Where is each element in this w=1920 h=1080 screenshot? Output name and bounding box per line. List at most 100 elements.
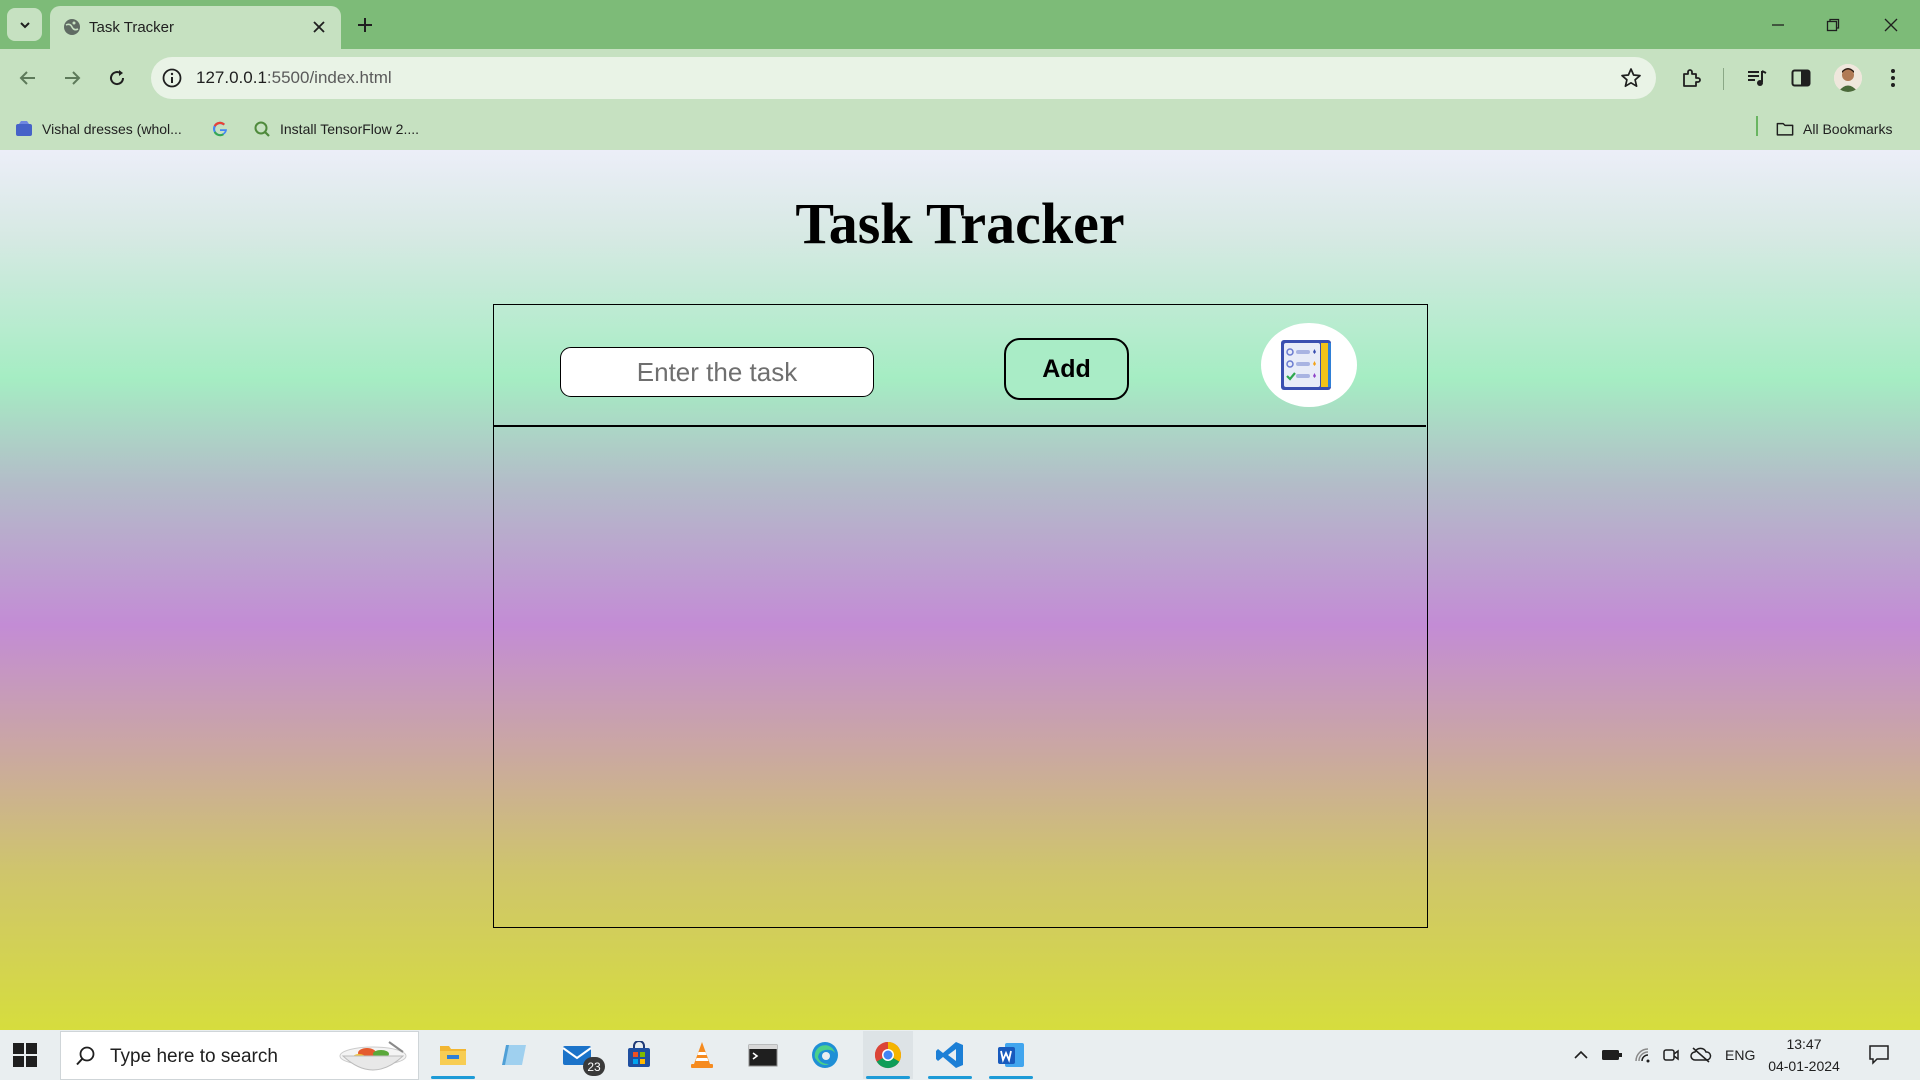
windows-taskbar: Type here to search 23 ENG 13:47 04-01-2… — [0, 1030, 1920, 1080]
site-info-icon[interactable] — [161, 67, 183, 89]
folder-icon — [440, 1046, 466, 1065]
folder-icon — [1776, 120, 1794, 138]
taskbar-file-explorer[interactable] — [428, 1031, 478, 1079]
browser-toolbar: 127.0.0.1:5500/index.html — [0, 49, 1920, 108]
taskbar-store-app[interactable] — [614, 1031, 664, 1079]
taskbar-vscode-app[interactable] — [925, 1031, 975, 1079]
restore-icon — [1826, 18, 1840, 32]
browser-tabstrip: Task Tracker — [0, 0, 1920, 49]
taskbar-terminal-app[interactable] — [738, 1031, 788, 1079]
url-text: 127.0.0.1:5500/index.html — [196, 68, 392, 88]
star-icon[interactable] — [1620, 67, 1642, 89]
notifications-button[interactable] — [1868, 1043, 1890, 1065]
bookmark-install-tensorflow[interactable]: Install TensorFlow 2.... — [253, 117, 419, 141]
input-language[interactable]: ENG — [1725, 1047, 1755, 1063]
mail-badge: 23 — [583, 1057, 605, 1076]
battery-status[interactable] — [1601, 1044, 1623, 1066]
more-vertical-icon — [1891, 69, 1895, 87]
minimize-button[interactable] — [1765, 12, 1791, 38]
search-placeholder: Type here to search — [110, 1046, 278, 1067]
side-panel-icon — [1791, 69, 1811, 87]
clock-date[interactable]: 04-01-2024 — [1768, 1058, 1840, 1074]
taskbar-word-app[interactable] — [986, 1031, 1036, 1079]
reload-button[interactable] — [103, 64, 131, 92]
cloud-off-icon — [1690, 1047, 1712, 1063]
terminal-icon — [748, 1044, 778, 1067]
globe-icon — [64, 19, 80, 35]
vlc-cone-icon — [691, 1042, 713, 1068]
notes-icon — [502, 1045, 526, 1065]
plus-icon — [358, 18, 372, 32]
extensions-button[interactable] — [1678, 65, 1704, 91]
taskbar-mail-app[interactable]: 23 — [553, 1031, 605, 1079]
arrow-left-icon — [19, 71, 35, 85]
windows-start-icon[interactable] — [12, 1042, 38, 1068]
checklist-icon — [1281, 340, 1331, 390]
close-window-button[interactable] — [1878, 12, 1904, 38]
close-tab-button[interactable] — [309, 17, 329, 37]
forward-button[interactable] — [58, 64, 86, 92]
reload-icon — [110, 70, 125, 86]
tab-title: Task Tracker — [89, 19, 175, 36]
notification-icon — [1869, 1045, 1889, 1065]
running-indicator — [431, 1076, 475, 1079]
bookmark-vishal-dresses[interactable]: Vishal dresses (whol... — [15, 117, 182, 141]
bookmark-label: Install TensorFlow 2.... — [280, 121, 420, 137]
new-tab-button[interactable] — [353, 13, 377, 37]
taskbar-vlc-app[interactable] — [677, 1031, 727, 1079]
network-status[interactable] — [1632, 1044, 1654, 1066]
taskbar-notes-app[interactable] — [489, 1031, 539, 1079]
running-indicator — [866, 1076, 910, 1079]
close-icon — [1884, 18, 1898, 32]
onedrive-status[interactable] — [1690, 1044, 1712, 1066]
back-button[interactable] — [14, 64, 42, 92]
search-icon — [76, 1046, 95, 1066]
all-bookmarks-label: All Bookmarks — [1803, 121, 1893, 137]
url-host: 127.0.0.1 — [196, 68, 267, 87]
clock-time[interactable]: 13:47 — [1776, 1036, 1832, 1052]
arrow-right-icon — [65, 71, 81, 85]
all-bookmarks-button[interactable]: All Bookmarks — [1776, 117, 1892, 141]
bookmarks-bar: Vishal dresses (whol... Install TensorFl… — [0, 108, 1920, 150]
taskbar-edge-browser[interactable] — [800, 1031, 850, 1079]
task-input-row: Add — [494, 305, 1426, 427]
url-path: :5500/index.html — [266, 68, 392, 87]
show-hidden-icons-button[interactable] — [1570, 1044, 1592, 1066]
media-control-button[interactable] — [1744, 65, 1770, 91]
task-list — [494, 430, 1426, 925]
running-indicator — [989, 1076, 1033, 1079]
side-panel-button[interactable] — [1788, 65, 1814, 91]
search-q-icon — [253, 120, 271, 138]
vscode-icon — [936, 1042, 963, 1068]
chevron-down-icon — [19, 21, 30, 28]
wifi-icon — [1635, 1048, 1650, 1063]
address-bar[interactable]: 127.0.0.1:5500/index.html — [151, 57, 1656, 99]
camera-icon — [1663, 1049, 1679, 1061]
google-icon — [211, 120, 229, 138]
browser-tab[interactable]: Task Tracker — [50, 6, 341, 49]
battery-icon — [1602, 1050, 1622, 1060]
puzzle-icon — [1683, 69, 1701, 87]
task-list-logo — [1261, 323, 1357, 407]
food-bowl-icon — [339, 1041, 407, 1071]
bookmark-label: Vishal dresses (whol... — [42, 121, 182, 137]
taskbar-search-box[interactable]: Type here to search — [60, 1031, 419, 1080]
edge-icon — [812, 1042, 838, 1068]
tab-search-button[interactable] — [7, 8, 42, 41]
profile-avatar[interactable] — [1834, 64, 1862, 92]
chrome-icon — [874, 1041, 902, 1069]
add-task-button[interactable]: Add — [1004, 338, 1129, 400]
taskbar-chrome-browser[interactable] — [863, 1031, 913, 1079]
profile-icon — [1834, 64, 1862, 92]
meet-now-status[interactable] — [1660, 1044, 1682, 1066]
playlist-icon — [1748, 70, 1767, 86]
restore-button[interactable] — [1820, 12, 1846, 38]
task-input[interactable] — [560, 347, 874, 397]
task-tracker-panel: Add — [493, 304, 1428, 928]
browser-menu-button[interactable] — [1880, 65, 1906, 91]
minimize-icon — [1772, 24, 1784, 26]
bookmarks-divider — [1756, 116, 1758, 136]
bookmark-google[interactable] — [211, 117, 238, 141]
page-title: Task Tracker — [795, 191, 1125, 256]
page-content: Task Tracker Add — [0, 150, 1920, 1030]
